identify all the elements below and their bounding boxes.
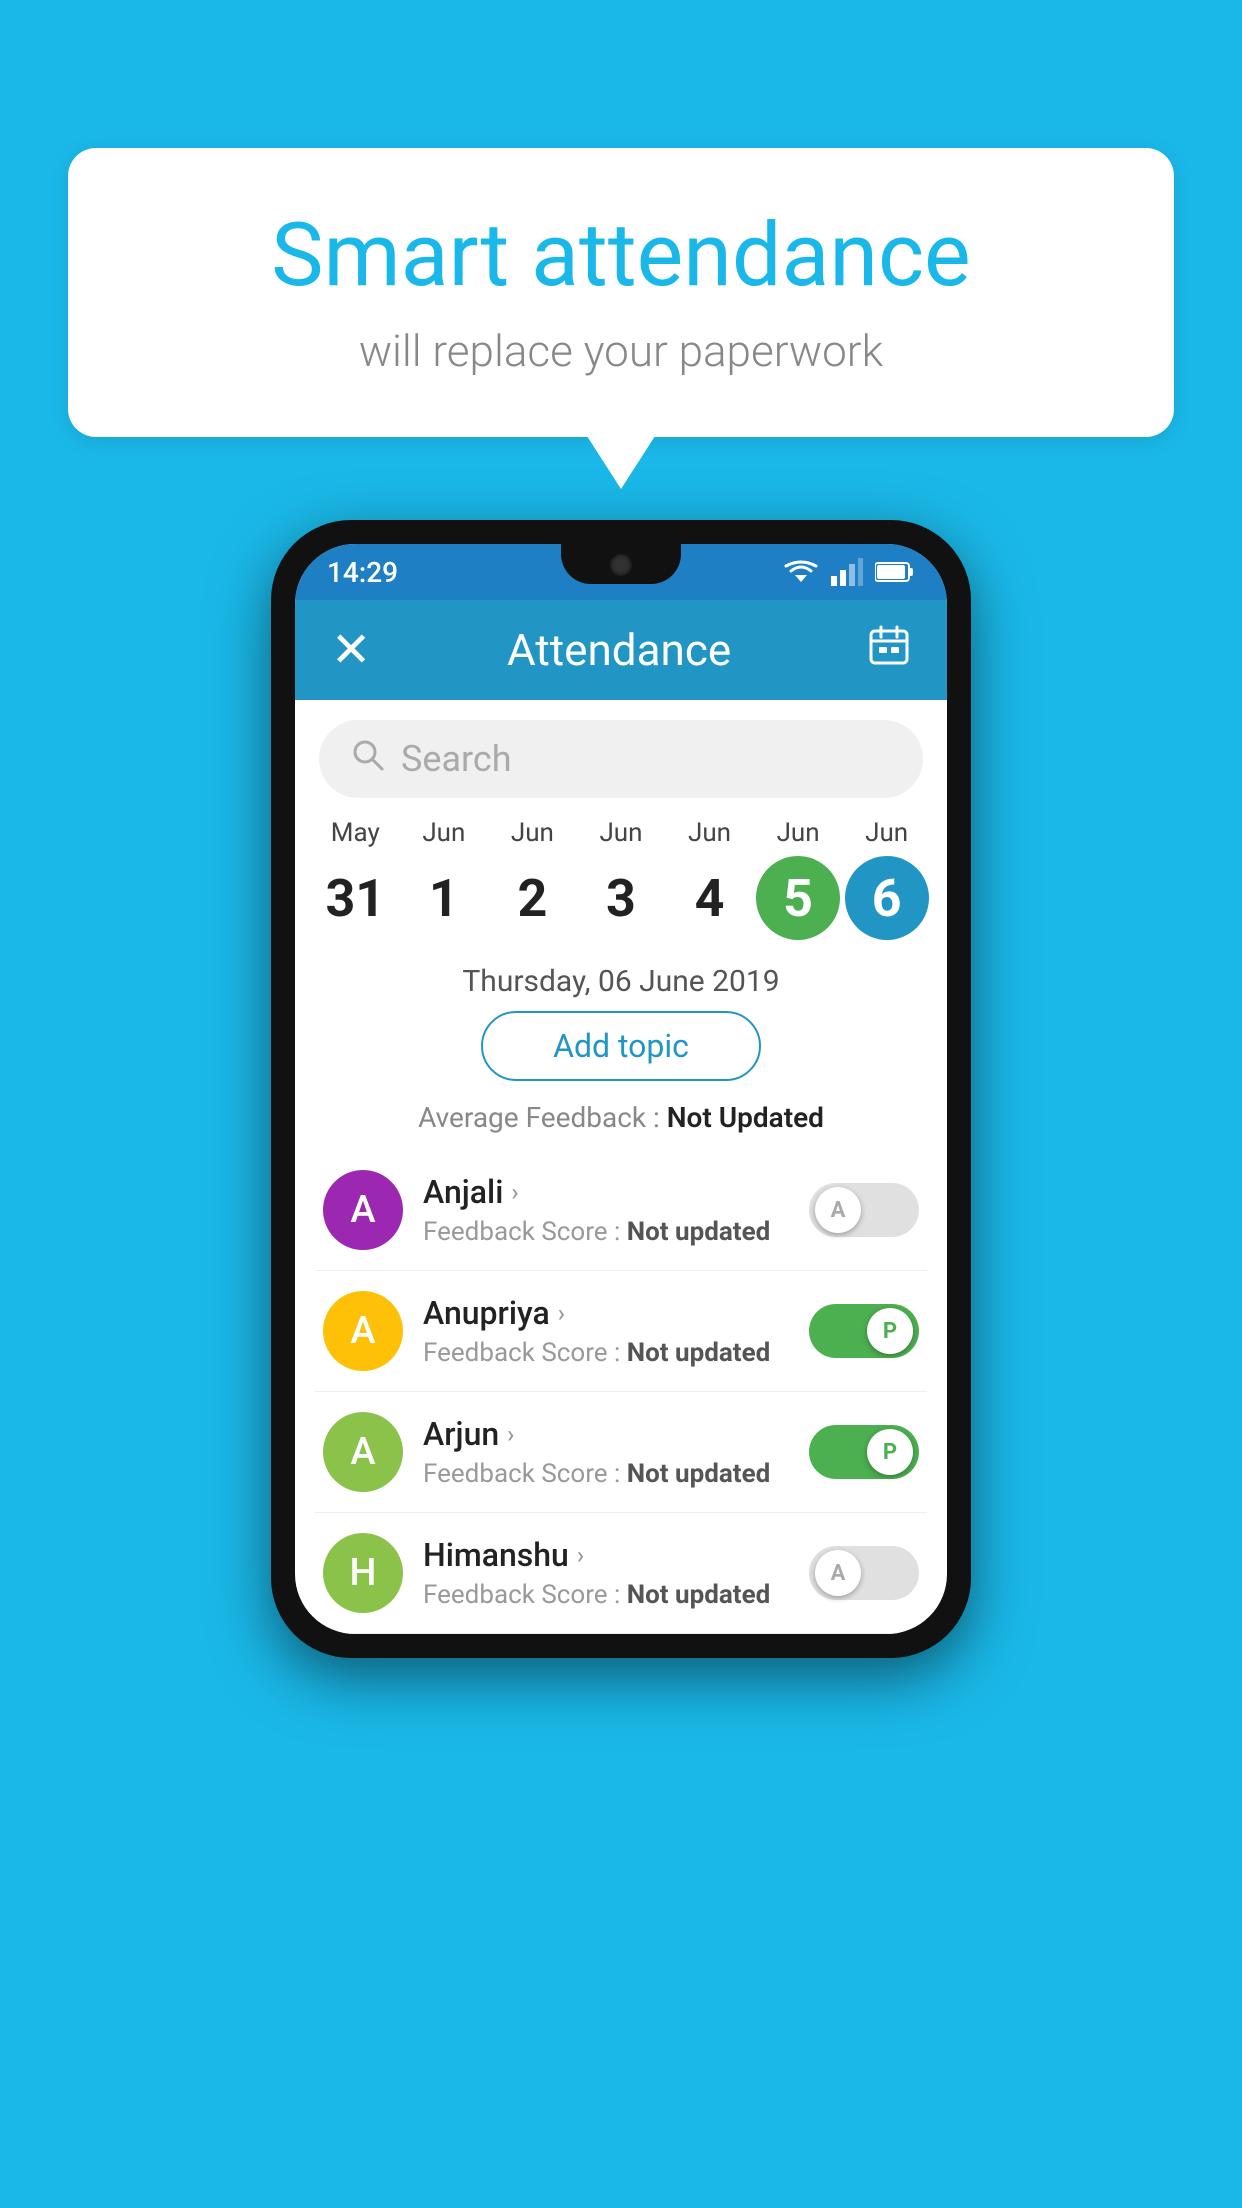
calendar-day[interactable]: Jun 6	[845, 818, 929, 940]
chevron-icon: ›	[577, 1541, 584, 1569]
cal-date-number[interactable]: 5	[756, 856, 840, 940]
cal-month-label: Jun	[422, 818, 465, 848]
toggle-knob: P	[867, 1429, 913, 1475]
student-item[interactable]: H Himanshu › Feedback Score : Not updated A	[315, 1513, 927, 1634]
student-name-text: Anupriya	[423, 1294, 550, 1332]
wifi-icon	[783, 558, 819, 586]
cal-month-label: May	[331, 818, 380, 848]
phone-notch	[561, 544, 681, 584]
avatar: A	[323, 1170, 403, 1250]
student-feedback: Feedback Score : Not updated	[423, 1338, 789, 1368]
selected-date-text: Thursday, 06 June 2019	[295, 964, 947, 999]
cal-date-number[interactable]: 31	[313, 856, 397, 940]
speech-bubble: Smart attendance will replace your paper…	[68, 148, 1174, 437]
phone-outer: 14:29	[271, 520, 971, 1658]
feedback-label: Feedback Score :	[423, 1217, 620, 1247]
avg-feedback-value: Not Updated	[667, 1101, 824, 1134]
student-name-text: Himanshu	[423, 1536, 569, 1574]
student-list: AAnjali›Feedback Score : Not updatedAAAn…	[295, 1150, 947, 1634]
cal-month-label: Jun	[599, 818, 642, 848]
feedback-value: Not updated	[627, 1580, 771, 1610]
calendar-day[interactable]: Jun 5	[756, 818, 840, 940]
calendar-day[interactable]: Jun 2	[490, 818, 574, 940]
average-feedback: Average Feedback : Not Updated	[295, 1101, 947, 1134]
attendance-toggle[interactable]: A	[809, 1546, 919, 1600]
cal-month-label: Jun	[511, 818, 554, 848]
avatar: H	[323, 1533, 403, 1613]
student-item[interactable]: A Anupriya › Feedback Score : Not updated P	[315, 1271, 927, 1392]
calendar-strip: May 31 Jun 1 Jun 2 Jun 3 Jun 4 Jun 5 Jun 6	[295, 810, 947, 948]
student-feedback: Feedback Score : Not updated	[423, 1580, 789, 1610]
status-time: 14:29	[327, 556, 398, 589]
toggle-knob: A	[815, 1187, 861, 1233]
header-title: Attendance	[507, 624, 731, 676]
bubble-subtitle: will replace your paperwork	[148, 325, 1094, 377]
student-name: Arjun ›	[423, 1415, 789, 1453]
chevron-icon: ›	[511, 1178, 518, 1206]
student-name: Anupriya ›	[423, 1294, 789, 1332]
calendar-button[interactable]	[867, 623, 911, 677]
avatar: A	[323, 1412, 403, 1492]
avatar: A	[323, 1291, 403, 1371]
attendance-toggle[interactable]: P	[809, 1304, 919, 1358]
feedback-value: Not updated	[627, 1217, 771, 1247]
student-item[interactable]: A Anjali › Feedback Score : Not updated A	[315, 1150, 927, 1271]
app-header: ✕ Attendance	[295, 600, 947, 700]
feedback-label: Feedback Score :	[423, 1459, 620, 1489]
toggle-knob: A	[815, 1550, 861, 1596]
cal-date-number[interactable]: 2	[490, 856, 574, 940]
status-icons	[783, 558, 915, 586]
cal-date-number[interactable]: 3	[579, 856, 663, 940]
chevron-icon: ›	[507, 1420, 514, 1448]
cal-date-number[interactable]: 4	[668, 856, 752, 940]
battery-icon	[875, 561, 915, 583]
calendar-day[interactable]: May 31	[313, 818, 397, 940]
close-button[interactable]: ✕	[331, 626, 371, 674]
student-name-text: Arjun	[423, 1415, 499, 1453]
student-info: Himanshu › Feedback Score : Not updated	[423, 1536, 789, 1610]
feedback-label: Feedback Score :	[423, 1580, 620, 1610]
calendar-day[interactable]: Jun 4	[668, 818, 752, 940]
bubble-title: Smart attendance	[148, 208, 1094, 305]
search-bar[interactable]: Search	[319, 720, 923, 798]
attendance-toggle[interactable]: A	[809, 1183, 919, 1237]
student-info: Arjun › Feedback Score : Not updated	[423, 1415, 789, 1489]
phone-camera	[610, 554, 632, 576]
student-item[interactable]: A Arjun › Feedback Score : Not updated P	[315, 1392, 927, 1513]
feedback-value: Not updated	[627, 1338, 771, 1368]
student-info: Anjali › Feedback Score : Not updated	[423, 1173, 789, 1247]
student-feedback: Feedback Score : Not updated	[423, 1459, 789, 1489]
cal-month-label: Jun	[688, 818, 731, 848]
calendar-day[interactable]: Jun 1	[402, 818, 486, 940]
speech-bubble-container: Smart attendance will replace your paper…	[68, 148, 1174, 437]
student-name: Himanshu ›	[423, 1536, 789, 1574]
attendance-toggle[interactable]: P	[809, 1425, 919, 1479]
feedback-label: Feedback Score :	[423, 1338, 620, 1368]
calendar-day[interactable]: Jun 3	[579, 818, 663, 940]
feedback-value: Not updated	[627, 1459, 771, 1489]
student-info: Anupriya › Feedback Score : Not updated	[423, 1294, 789, 1368]
cal-month-label: Jun	[777, 818, 820, 848]
student-name: Anjali ›	[423, 1173, 789, 1211]
search-placeholder: Search	[401, 738, 512, 780]
phone-screen: 14:29	[295, 544, 947, 1634]
add-topic-button[interactable]: Add topic	[481, 1011, 761, 1081]
phone-wrapper: 14:29	[271, 520, 971, 1658]
avg-feedback-label: Average Feedback :	[418, 1101, 660, 1134]
search-icon	[351, 738, 385, 780]
cal-month-label: Jun	[865, 818, 908, 848]
student-feedback: Feedback Score : Not updated	[423, 1217, 789, 1247]
cal-date-number[interactable]: 1	[402, 856, 486, 940]
toggle-knob: P	[867, 1308, 913, 1354]
student-name-text: Anjali	[423, 1173, 503, 1211]
signal-icon	[831, 558, 863, 586]
cal-date-number[interactable]: 6	[845, 856, 929, 940]
chevron-icon: ›	[558, 1299, 565, 1327]
